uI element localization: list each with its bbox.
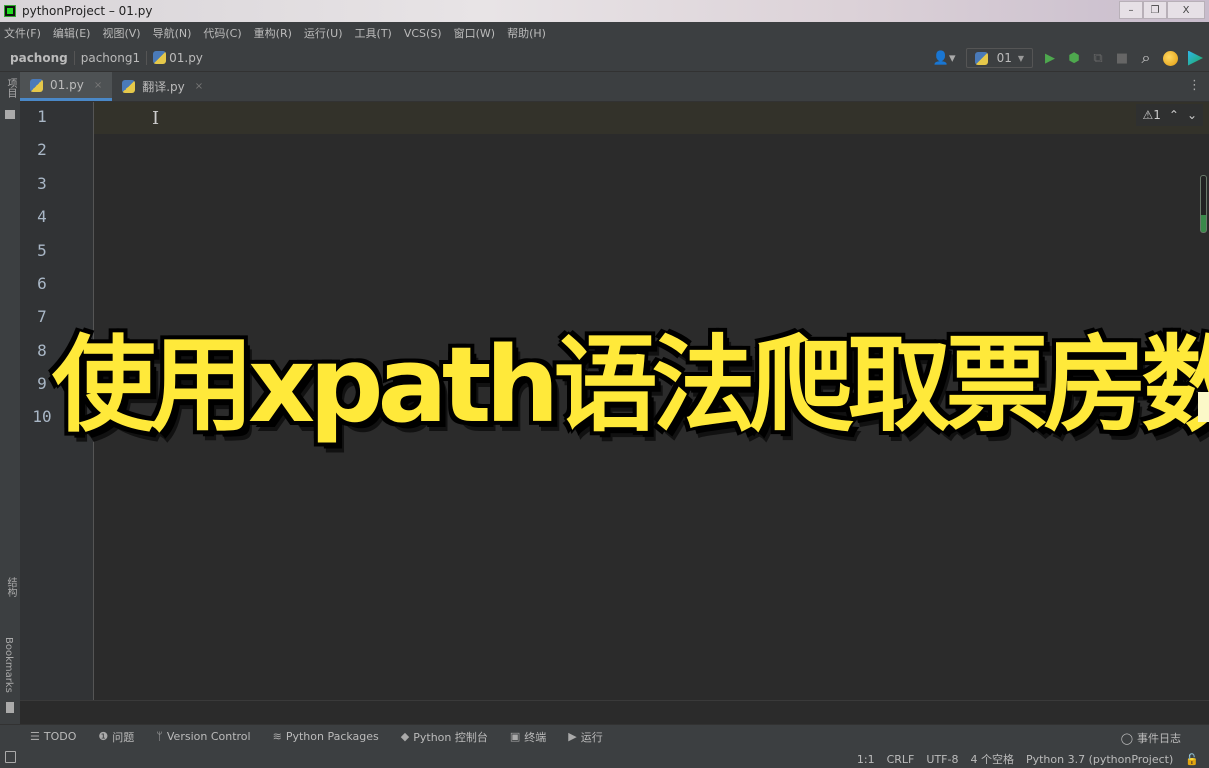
tab-label: 01.py bbox=[50, 78, 84, 92]
next-highlight-icon[interactable]: ⌄ bbox=[1187, 108, 1197, 122]
scrollbar[interactable] bbox=[1200, 175, 1207, 233]
overlay-decoration bbox=[1198, 392, 1209, 422]
tool-python-console[interactable]: ◆ Python 控制台 bbox=[401, 729, 488, 745]
menu-vcs[interactable]: VCS(S) bbox=[404, 27, 442, 40]
line-number: 3 bbox=[37, 174, 47, 193]
event-log-button[interactable]: ◯ 事件日志 bbox=[1121, 730, 1181, 746]
more-options-icon[interactable]: ⋮ bbox=[1188, 78, 1201, 93]
stop-icon[interactable]: ■ bbox=[1115, 51, 1129, 66]
menu-tools[interactable]: 工具(T) bbox=[355, 25, 392, 41]
tool-window-bar: ☰ TODO ❶ 问题 ᛘ Version Control ≋ Python P… bbox=[0, 724, 1209, 748]
tab-fanyi-py[interactable]: 翻译.py × bbox=[112, 72, 213, 101]
bookmark-icon bbox=[6, 702, 14, 713]
problems-icon: ❶ bbox=[98, 730, 109, 743]
packages-icon: ≋ bbox=[272, 730, 282, 743]
file-encoding[interactable]: UTF-8 bbox=[926, 753, 958, 766]
coverage-icon[interactable]: ⧉ bbox=[1091, 51, 1105, 66]
warning-icon: ⚠1 bbox=[1142, 108, 1161, 122]
jetbrains-icon[interactable] bbox=[1188, 50, 1203, 66]
tab-label: 翻译.py bbox=[142, 80, 185, 94]
breadcrumb-folder[interactable]: pachong1 bbox=[75, 51, 146, 65]
warning-count: 1 bbox=[1153, 108, 1161, 122]
window-controls: – ❐ X bbox=[1119, 1, 1205, 19]
update-icon[interactable] bbox=[1163, 50, 1178, 66]
caret-position[interactable]: 1:1 bbox=[857, 753, 875, 766]
tool-windows-toggle-icon[interactable] bbox=[5, 751, 16, 763]
menu-refactor[interactable]: 重构(R) bbox=[254, 25, 292, 41]
user-icon[interactable]: 👤▾ bbox=[933, 51, 956, 66]
menu-view[interactable]: 视图(V) bbox=[102, 25, 140, 41]
run-icon[interactable]: ▶ bbox=[1043, 51, 1057, 66]
video-title-overlay: 使用xpath语法爬取票房数据 bbox=[50, 322, 1209, 448]
folder-icon bbox=[5, 110, 15, 119]
python-file-icon bbox=[30, 78, 43, 92]
tool-problems[interactable]: ❶ 问题 bbox=[98, 729, 134, 745]
chevron-down-icon: ▼ bbox=[1017, 53, 1024, 63]
close-icon[interactable]: × bbox=[195, 81, 203, 92]
python-file-icon bbox=[974, 51, 988, 65]
breadcrumb-file[interactable]: 01.py bbox=[147, 51, 209, 65]
status-bar: 1:1 CRLF UTF-8 4 个空格 Python 3.7 (pythonP… bbox=[0, 748, 1209, 768]
line-number: 6 bbox=[37, 274, 47, 293]
run-config-selector[interactable]: 01 ▼ bbox=[965, 48, 1033, 68]
branch-icon: ᛘ bbox=[156, 730, 163, 743]
python-interpreter[interactable]: Python 3.7 (pythonProject) bbox=[1026, 753, 1173, 766]
breadcrumb-file-label: 01.py bbox=[169, 50, 203, 65]
menu-code[interactable]: 代码(C) bbox=[203, 25, 241, 41]
pycharm-logo-icon bbox=[4, 5, 16, 17]
line-number: 2 bbox=[37, 140, 47, 159]
menu-run[interactable]: 运行(U) bbox=[304, 25, 343, 41]
python-file-icon bbox=[122, 80, 136, 93]
line-number: 1 bbox=[37, 107, 47, 126]
indent-setting[interactable]: 4 个空格 bbox=[970, 751, 1014, 767]
run-config-label: 01 bbox=[996, 51, 1012, 65]
tool-version-control[interactable]: ᛘ Version Control bbox=[156, 730, 250, 743]
debug-icon[interactable]: ⬢ bbox=[1067, 51, 1081, 66]
tab-01-py[interactable]: 01.py × bbox=[20, 72, 113, 101]
menu-bar: 文件(F) 编辑(E) 视图(V) 导航(N) 代码(C) 重构(R) 运行(U… bbox=[0, 22, 1209, 44]
editor-tabs: 01.py × 翻译.py × ⋮ bbox=[20, 72, 1209, 102]
ide-window: pythonProject – 01.py – ❐ X 文件(F) 编辑(E) … bbox=[0, 0, 1209, 768]
inspection-widget[interactable]: ⚠1 ⌃ ⌄ bbox=[1136, 104, 1203, 126]
line-number: 4 bbox=[37, 207, 47, 226]
editor-footer bbox=[20, 700, 1209, 724]
left-tool-strip: 项目 结构 Bookmarks bbox=[0, 72, 20, 724]
lock-icon[interactable]: 🔓 bbox=[1185, 753, 1199, 766]
tool-terminal[interactable]: ▣ 终端 bbox=[510, 729, 546, 745]
close-icon[interactable]: × bbox=[94, 80, 102, 91]
tool-run[interactable]: ▶ 运行 bbox=[568, 729, 602, 745]
nav-toolbar: 👤▾ 01 ▼ ▶ ⬢ ⧉ ■ ⌕ bbox=[933, 48, 1203, 68]
navigation-bar: pachong pachong1 01.py 👤▾ 01 ▼ ▶ ⬢ ⧉ ■ ⌕ bbox=[0, 44, 1209, 72]
structure-tool-button[interactable]: 结构 bbox=[3, 577, 18, 597]
line-number: 5 bbox=[37, 241, 47, 260]
current-line-highlight bbox=[20, 102, 1209, 134]
menu-edit[interactable]: 编辑(E) bbox=[53, 25, 91, 41]
line-separator[interactable]: CRLF bbox=[887, 753, 915, 766]
bookmarks-tool-button[interactable]: Bookmarks bbox=[3, 637, 14, 693]
menu-file[interactable]: 文件(F) bbox=[4, 25, 41, 41]
title-bar: pythonProject – 01.py – ❐ X bbox=[0, 0, 1209, 22]
minimize-button[interactable]: – bbox=[1119, 1, 1143, 19]
previous-highlight-icon[interactable]: ⌃ bbox=[1169, 108, 1179, 122]
text-cursor: I bbox=[152, 108, 160, 129]
tool-todo[interactable]: ☰ TODO bbox=[30, 730, 76, 743]
python-console-icon: ◆ bbox=[400, 730, 410, 743]
search-icon[interactable]: ⌕ bbox=[1139, 48, 1153, 68]
tool-python-packages[interactable]: ≋ Python Packages bbox=[273, 730, 379, 743]
python-file-icon bbox=[153, 51, 167, 64]
project-tool-button[interactable]: 项目 bbox=[3, 78, 18, 98]
status-widgets: 1:1 CRLF UTF-8 4 个空格 Python 3.7 (pythonP… bbox=[857, 751, 1199, 767]
menu-navigate[interactable]: 导航(N) bbox=[153, 25, 192, 41]
event-log-icon: ◯ bbox=[1120, 731, 1133, 745]
close-button[interactable]: X bbox=[1167, 1, 1205, 19]
menu-window[interactable]: 窗口(W) bbox=[454, 25, 495, 41]
breadcrumb-project[interactable]: pachong bbox=[0, 51, 74, 65]
run-icon: ▶ bbox=[568, 730, 577, 743]
menu-help[interactable]: 帮助(H) bbox=[507, 25, 546, 41]
window-title: pythonProject – 01.py bbox=[22, 4, 153, 18]
terminal-icon: ▣ bbox=[509, 730, 521, 743]
restore-button[interactable]: ❐ bbox=[1143, 1, 1167, 19]
list-icon: ☰ bbox=[30, 730, 40, 743]
